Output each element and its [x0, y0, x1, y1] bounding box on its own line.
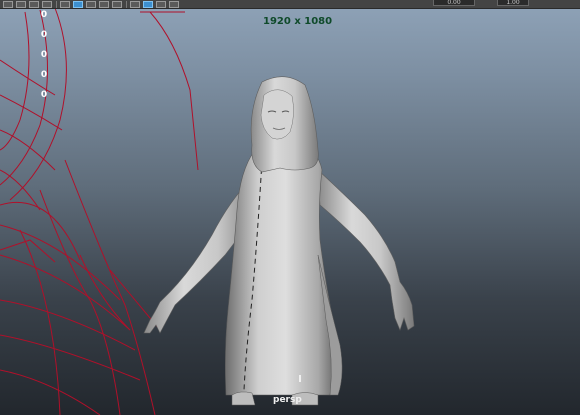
toolbar-divider — [126, 0, 127, 8]
shadows-icon[interactable] — [86, 0, 96, 8]
viewport-toolbar — [0, 0, 580, 9]
wireframe-icon[interactable] — [29, 0, 39, 8]
hud-stat-uvs: 0 — [40, 90, 48, 100]
wireframe-mesh — [0, 7, 199, 415]
resolution-gate-icon[interactable] — [130, 0, 140, 8]
field-chart-icon[interactable] — [169, 0, 179, 8]
hud-stat-tris: 0 — [40, 70, 48, 80]
shaded-icon[interactable] — [42, 0, 52, 8]
isolate-icon[interactable] — [99, 0, 109, 8]
exposure-field[interactable]: 0.00 — [433, 0, 475, 6]
resolution-readout: 1920 x 1080 — [263, 16, 333, 27]
film-gate-icon[interactable] — [143, 0, 153, 8]
textured-icon[interactable] — [60, 0, 70, 8]
safe-action-icon[interactable] — [156, 0, 166, 8]
scene-view[interactable] — [0, 0, 580, 415]
hud-stat-faces: 0 — [40, 50, 48, 60]
character-model[interactable] — [143, 76, 415, 406]
lights-icon[interactable] — [73, 0, 83, 8]
camera-icon[interactable] — [16, 0, 26, 8]
gamma-field[interactable]: 1.00 — [497, 0, 529, 6]
perspective-viewport[interactable]: 0.00 1.00 0 0 0 0 0 1920 x 1080 persp — [0, 0, 580, 415]
grid-icon[interactable] — [3, 0, 13, 8]
camera-name-label: persp — [273, 395, 302, 405]
hud-stat-edges: 0 — [40, 30, 48, 40]
hud-stat-verts: 0 — [40, 10, 48, 20]
toolbar-divider — [56, 0, 57, 8]
xray-icon[interactable] — [112, 0, 122, 8]
